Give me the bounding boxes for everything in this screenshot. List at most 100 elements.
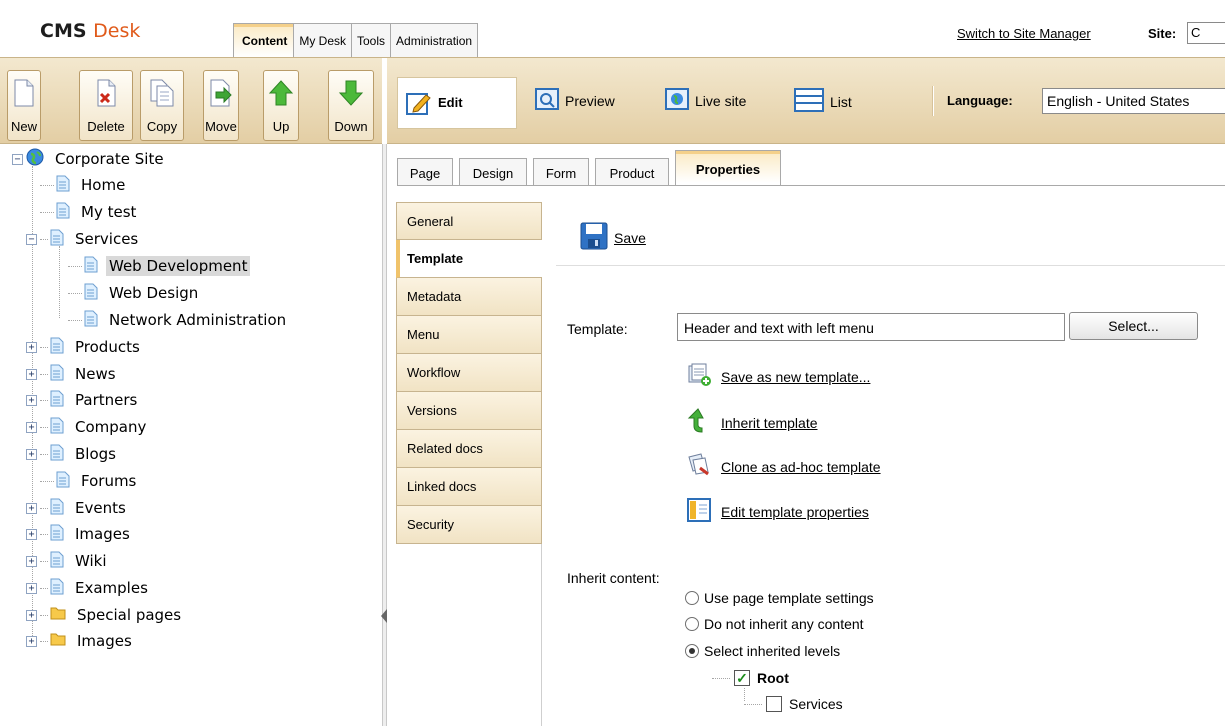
language-label: Language: — [947, 93, 1013, 108]
page-icon — [50, 229, 64, 250]
tree-node-services[interactable]: − Services — [26, 228, 141, 250]
side-tab-related-docs[interactable]: Related docs — [396, 430, 542, 468]
expand-icon[interactable]: + — [26, 609, 37, 621]
collapse-arrow-icon[interactable] — [381, 609, 387, 623]
inherit-template-link[interactable]: Inherit template — [687, 408, 818, 437]
edit-mode-button[interactable]: Edit — [397, 77, 517, 129]
up-button[interactable]: Up — [263, 70, 299, 141]
select-template-button[interactable]: Select... — [1069, 312, 1198, 340]
side-tab-workflow[interactable]: Workflow — [396, 354, 542, 392]
collapse-icon[interactable]: − — [12, 153, 23, 165]
expand-icon[interactable]: + — [26, 394, 37, 406]
expand-icon[interactable]: + — [26, 635, 37, 647]
tree-node-special-pages[interactable]: + Special pages — [26, 604, 184, 626]
edit-template-properties-link[interactable]: Edit template properties — [687, 498, 869, 525]
move-button[interactable]: Move — [203, 70, 239, 141]
tree-node-news[interactable]: + News — [26, 363, 119, 385]
side-tab-security[interactable]: Security — [396, 506, 542, 544]
expand-icon[interactable]: + — [26, 421, 37, 433]
tree-node-company[interactable]: + Company — [26, 416, 149, 438]
side-tab-template[interactable]: Template — [396, 240, 542, 278]
template-properties-icon — [687, 498, 721, 525]
tab-content[interactable]: Content — [233, 23, 295, 57]
radio-select-inherited-levels[interactable]: Select inherited levels — [685, 643, 840, 659]
tree-node-images[interactable]: + Images — [26, 523, 133, 545]
panel-splitter[interactable] — [381, 144, 387, 726]
tree-node-web-development[interactable]: Web Development — [68, 255, 251, 277]
tree-node-home[interactable]: Home — [40, 174, 128, 196]
tree-node-forums[interactable]: Forums — [40, 470, 139, 492]
tree-node-my-test[interactable]: My test — [40, 201, 139, 223]
content-tree: − Corporate Site Home My test − Services… — [0, 144, 382, 726]
tree-node-events[interactable]: + Events — [26, 497, 129, 519]
template-label: Template: — [567, 321, 628, 337]
checkmark-icon: ✓ — [734, 670, 750, 686]
inherit-content-label: Inherit content: — [567, 570, 660, 586]
delete-button[interactable]: Delete — [79, 70, 133, 141]
expand-icon[interactable]: + — [26, 368, 37, 380]
expand-icon[interactable]: + — [26, 555, 37, 567]
page-icon — [56, 471, 70, 492]
tree-node-wiki[interactable]: + Wiki — [26, 550, 110, 572]
preview-icon — [535, 88, 559, 113]
expand-icon[interactable]: + — [26, 502, 37, 514]
tree-node-images-folder[interactable]: + Images — [26, 630, 135, 652]
tab-design[interactable]: Design — [459, 158, 527, 186]
side-tab-metadata[interactable]: Metadata — [396, 278, 542, 316]
expand-icon[interactable]: + — [26, 528, 37, 540]
tab-administration[interactable]: Administration — [390, 23, 479, 57]
tree-node-partners[interactable]: + Partners — [26, 389, 140, 411]
tabs-divider — [397, 185, 1225, 186]
tab-form[interactable]: Form — [533, 158, 589, 186]
save-as-new-template-link[interactable]: Save as new template... — [687, 363, 870, 390]
globe-icon — [26, 148, 44, 170]
save-button[interactable]: Save — [580, 222, 646, 253]
tree-node-products[interactable]: + Products — [26, 336, 143, 358]
edit-pencil-icon — [406, 91, 432, 118]
side-tab-versions[interactable]: Versions — [396, 392, 542, 430]
globe-icon — [665, 88, 689, 113]
tree-node-corporate-site[interactable]: − Corporate Site — [12, 148, 167, 170]
level-services-checkbox[interactable]: Services — [744, 696, 843, 712]
properties-side-tabs: General Template Metadata Menu Workflow … — [396, 202, 542, 726]
list-button[interactable]: List — [794, 88, 852, 115]
page-icon — [84, 256, 98, 277]
tree-node-web-design[interactable]: Web Design — [68, 282, 201, 304]
radio-do-not-inherit[interactable]: Do not inherit any content — [685, 616, 864, 632]
page-icon — [50, 364, 64, 385]
language-select[interactable]: English - United States — [1042, 88, 1225, 114]
copy-document-icon — [141, 71, 183, 115]
switch-to-site-manager-link[interactable]: Switch to Site Manager — [957, 26, 1091, 41]
side-tab-linked-docs[interactable]: Linked docs — [396, 468, 542, 506]
radio-use-page-template-settings[interactable]: Use page template settings — [685, 590, 874, 606]
expand-icon[interactable]: + — [26, 582, 37, 594]
list-icon — [794, 88, 824, 115]
tab-my-desk[interactable]: My Desk — [293, 23, 352, 57]
level-root-checkbox[interactable]: ✓ Root — [712, 670, 789, 686]
tab-properties[interactable]: Properties — [675, 150, 781, 186]
tree-node-examples[interactable]: + Examples — [26, 577, 151, 599]
side-tab-general[interactable]: General — [396, 202, 542, 240]
tab-page[interactable]: Page — [397, 158, 453, 186]
expand-icon[interactable]: + — [26, 341, 37, 353]
tab-product[interactable]: Product — [595, 158, 669, 186]
site-select[interactable]: C — [1187, 22, 1225, 44]
template-name-field[interactable]: Header and text with left menu — [677, 313, 1065, 341]
delete-document-icon — [80, 71, 132, 115]
collapse-icon[interactable]: − — [26, 233, 37, 245]
page-icon — [56, 175, 70, 196]
page-icon — [50, 578, 64, 599]
expand-icon[interactable]: + — [26, 448, 37, 460]
tree-node-blogs[interactable]: + Blogs — [26, 443, 119, 465]
preview-button[interactable]: Preview — [535, 88, 615, 113]
live-site-button[interactable]: Live site — [665, 88, 746, 113]
clone-as-ad-hoc-template-link[interactable]: Clone as ad-hoc template — [687, 453, 881, 480]
tree-node-network-administration[interactable]: Network Administration — [68, 309, 289, 331]
side-tab-menu[interactable]: Menu — [396, 316, 542, 354]
new-button[interactable]: New — [7, 70, 41, 141]
copy-button[interactable]: Copy — [140, 70, 184, 141]
tab-tools[interactable]: Tools — [351, 23, 392, 57]
down-button[interactable]: Down — [328, 70, 374, 141]
site-label: Site: — [1148, 26, 1177, 41]
page-icon — [50, 498, 64, 519]
